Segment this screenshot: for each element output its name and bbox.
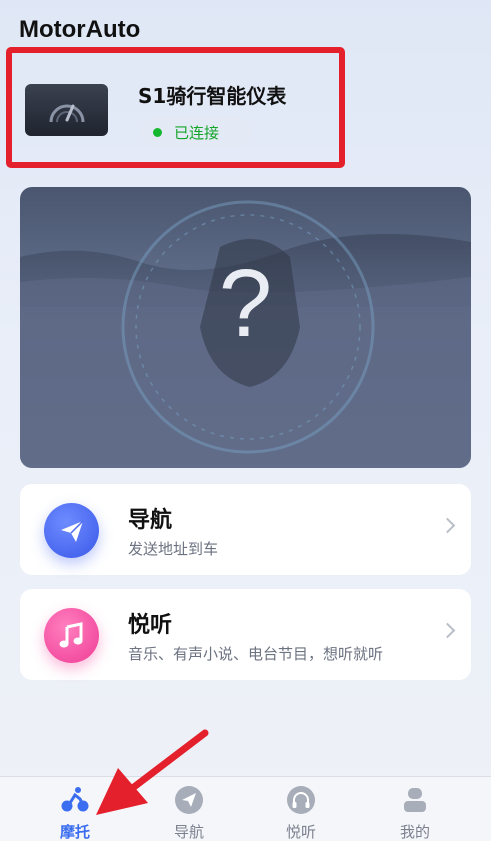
hero-banner[interactable]: ? xyxy=(20,187,471,468)
tab-motorcycle[interactable]: 摩托 xyxy=(35,785,115,841)
tab-label-motorcycle: 摩托 xyxy=(59,823,90,841)
menu-card-listen[interactable]: 悦听 音乐、有声小说、电台节目，想听就听 xyxy=(20,589,471,680)
tab-profile[interactable]: 我的 xyxy=(375,785,455,841)
user-icon xyxy=(404,788,426,812)
tab-listen[interactable]: 悦听 xyxy=(261,785,341,841)
highlight-annotation-box xyxy=(6,47,345,168)
menu-title-navigation: 导航 xyxy=(128,508,173,533)
chevron-right-icon xyxy=(439,517,456,534)
chevron-right-icon xyxy=(439,622,456,639)
unknown-device-placeholder: ? xyxy=(218,250,273,357)
menu-title-listen: 悦听 xyxy=(128,613,173,638)
paper-plane-icon xyxy=(44,503,99,558)
music-note-icon xyxy=(44,608,99,663)
tab-label-listen: 悦听 xyxy=(285,823,316,841)
motorcycle-rider-icon xyxy=(61,787,89,812)
menu-subtitle-navigation: 发送地址到车 xyxy=(128,540,219,558)
tab-label-profile: 我的 xyxy=(399,823,430,841)
tab-label-navigation: 导航 xyxy=(173,823,204,841)
navigation-icon xyxy=(175,786,203,814)
headphones-icon xyxy=(287,786,315,814)
menu-card-navigation[interactable]: 导航 发送地址到车 xyxy=(20,484,471,575)
tab-navigation[interactable]: 导航 xyxy=(149,785,229,841)
bottom-tab-bar: 摩托 导航 悦听 我的 xyxy=(0,776,491,841)
app-title: MotorAuto xyxy=(19,16,141,43)
menu-subtitle-listen: 音乐、有声小说、电台节目，想听就听 xyxy=(128,645,384,663)
